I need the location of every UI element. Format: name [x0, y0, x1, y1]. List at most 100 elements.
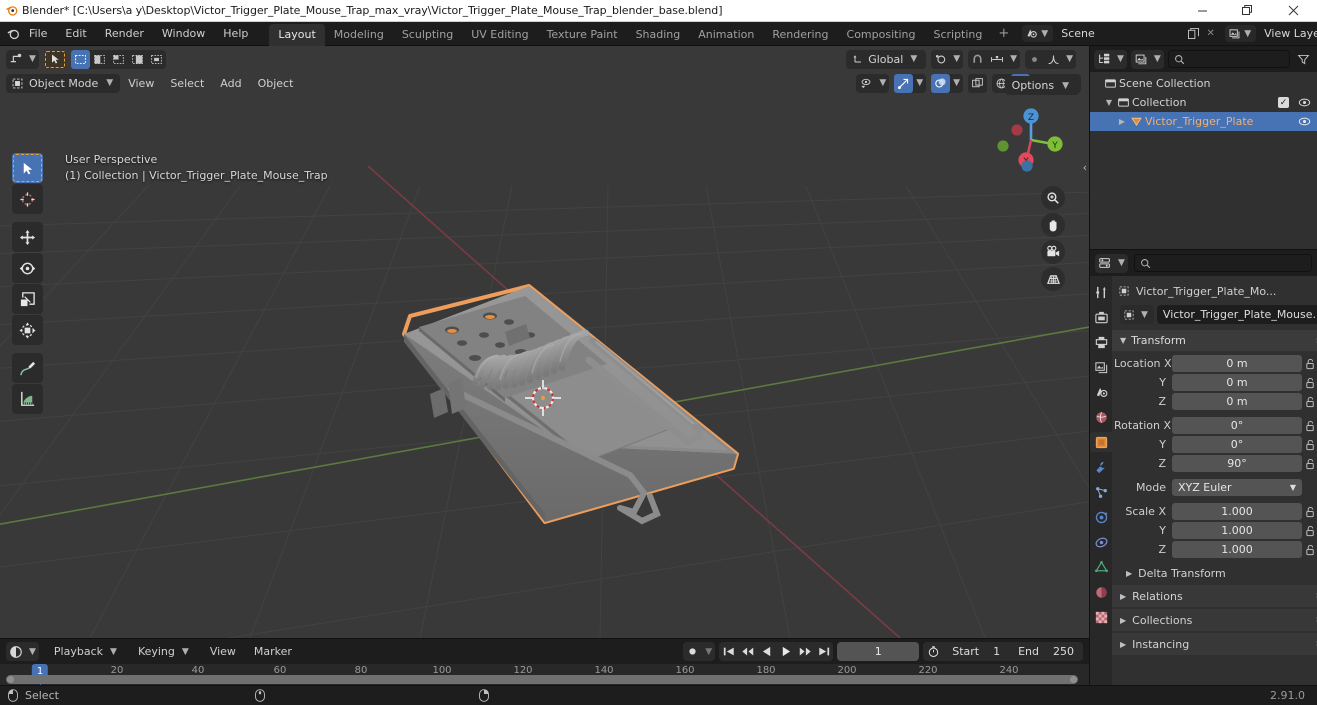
proportional-edit-icon[interactable]	[1025, 50, 1044, 69]
world-tab[interactable]	[1090, 407, 1112, 427]
timeline-scrollbar[interactable]	[6, 675, 1078, 684]
tab-rendering[interactable]: Rendering	[763, 24, 837, 46]
lock-icon[interactable]	[1302, 358, 1317, 370]
tab-compositing[interactable]: Compositing	[838, 24, 925, 46]
next-keyframe-button[interactable]	[795, 642, 814, 661]
material-tab[interactable]	[1090, 582, 1112, 602]
remove-scene-icon[interactable]: ✕	[1202, 25, 1219, 42]
new-scene-icon[interactable]	[1185, 25, 1202, 42]
modifier-tab[interactable]	[1090, 457, 1112, 477]
properties-search-input[interactable]	[1133, 254, 1312, 272]
lock-icon[interactable]	[1302, 396, 1317, 408]
select-subtract-icon[interactable]	[109, 50, 128, 69]
annotate-tool[interactable]	[12, 353, 43, 383]
object-browse-dropdown[interactable]: ▼	[1120, 305, 1154, 324]
jump-to-start-button[interactable]	[719, 642, 738, 661]
collection-checkbox[interactable]: ✓	[1278, 97, 1289, 108]
eye-icon[interactable]	[1298, 97, 1311, 108]
scale-tool[interactable]	[12, 284, 43, 314]
gizmo-dropdown[interactable]: ▼	[894, 73, 927, 93]
pivot-point-dropdown[interactable]: ▼	[931, 49, 964, 69]
visibility-dropdown[interactable]: ▼	[856, 73, 890, 93]
location-y-field[interactable]: 0 m	[1172, 374, 1303, 391]
data-tab[interactable]	[1090, 557, 1112, 577]
delta-transform-subpanel[interactable]: ▶ Delta Transform	[1112, 563, 1317, 583]
expander-collection[interactable]: ▼	[1103, 98, 1115, 107]
object-tab[interactable]	[1090, 432, 1112, 452]
location-x-field[interactable]: 0 m	[1172, 355, 1303, 372]
expander-object[interactable]: ▶	[1116, 117, 1128, 126]
record-icon[interactable]	[683, 642, 702, 661]
3d-viewport[interactable]: ▼ Global ▼ ▼ ▼ ▼ Object Mode ▼ View Sele…	[0, 46, 1089, 638]
editor-type-selector[interactable]: ▼	[6, 49, 39, 69]
viewlayer-browse-dropdown[interactable]: ▼	[1225, 25, 1257, 42]
tab-uv-editing[interactable]: UV Editing	[462, 24, 537, 46]
tab-scripting[interactable]: Scripting	[924, 24, 991, 46]
rotation-x-field[interactable]: 0°	[1172, 417, 1303, 434]
tab-texture-paint[interactable]: Texture Paint	[538, 24, 627, 46]
render-tab[interactable]	[1090, 307, 1112, 327]
transform-tool[interactable]	[12, 315, 43, 345]
use-preview-range-icon[interactable]	[923, 645, 943, 658]
xray-toggle-icon[interactable]	[968, 73, 988, 93]
transform-panel-header[interactable]: ▼ Transform	[1112, 330, 1317, 351]
play-button[interactable]	[776, 642, 795, 661]
rotation-mode-dropdown[interactable]: XYZ Euler ▼	[1172, 479, 1303, 496]
show-overlays-icon[interactable]	[931, 73, 951, 93]
maximize-restore-icon[interactable]	[1225, 0, 1270, 22]
jump-to-end-button[interactable]	[814, 642, 833, 661]
auto-keying-group[interactable]: ▼	[683, 642, 716, 661]
snapping-group[interactable]: ▼	[968, 49, 1021, 69]
menu-help[interactable]: Help	[214, 24, 257, 43]
scene-browse-dropdown[interactable]: ▼	[1022, 25, 1054, 42]
timeline-menu-view[interactable]: View	[203, 643, 243, 660]
add-workspace-button[interactable]: +	[991, 26, 1016, 41]
close-button[interactable]	[1270, 0, 1317, 22]
output-tab[interactable]	[1090, 332, 1112, 352]
rotation-z-field[interactable]: 90°	[1172, 455, 1303, 472]
snap-increment-icon[interactable]	[987, 50, 1007, 69]
select-intersect-icon[interactable]	[147, 50, 166, 69]
timeline-icon[interactable]	[6, 642, 26, 661]
view-layer-display-icon[interactable]	[1131, 50, 1151, 69]
view-layer-name-field[interactable]: View Layer	[1258, 25, 1317, 42]
viewport-menu-view[interactable]: View	[120, 75, 162, 92]
select-box-icon[interactable]	[70, 49, 90, 69]
tab-modeling[interactable]: Modeling	[325, 24, 393, 46]
lock-icon[interactable]	[1302, 506, 1317, 518]
view-layer-tab[interactable]	[1090, 357, 1112, 377]
timeline-menu-marker[interactable]: Marker	[247, 643, 299, 660]
pivot-icon[interactable]	[931, 50, 950, 69]
timeline-editor-type[interactable]: ▼	[6, 642, 39, 661]
outliner-icon[interactable]	[1094, 50, 1114, 69]
scene-tab[interactable]	[1090, 382, 1112, 402]
transform-orientation-dropdown[interactable]: Global ▼	[846, 49, 927, 69]
options-dropdown[interactable]: Options ▼	[1004, 76, 1079, 95]
scene-name-field[interactable]: Scene	[1055, 25, 1186, 42]
blender-menu-icon[interactable]	[6, 24, 20, 44]
properties-editor-type[interactable]: ▼	[1095, 253, 1128, 273]
rotate-tool[interactable]	[12, 253, 43, 283]
menu-window[interactable]: Window	[153, 24, 214, 43]
object-mode-dropdown[interactable]: Object Mode ▼	[6, 73, 121, 93]
minimize-button[interactable]	[1180, 0, 1225, 22]
current-frame-field[interactable]: 1	[837, 642, 920, 661]
object-name-field[interactable]: Victor_Trigger_Plate_Mouse...	[1156, 305, 1317, 324]
proportional-editing-group[interactable]: ▼	[1025, 49, 1076, 69]
tab-layout[interactable]: Layout	[269, 23, 325, 46]
constraints-tab[interactable]	[1090, 532, 1112, 552]
particles-tab[interactable]	[1090, 482, 1112, 502]
eye-icon[interactable]	[1298, 116, 1311, 127]
outliner-search-input[interactable]	[1167, 50, 1290, 68]
navigation-gizmo[interactable]: Z Y X	[993, 102, 1069, 178]
lock-icon[interactable]	[1302, 525, 1317, 537]
cursor-tool[interactable]	[12, 184, 43, 214]
pan-hand-icon[interactable]	[1041, 213, 1065, 237]
select-mode-group[interactable]	[70, 49, 166, 69]
editor-type-icon[interactable]	[6, 50, 26, 69]
rotation-y-field[interactable]: 0°	[1172, 436, 1303, 453]
active-tool-button[interactable]	[43, 49, 66, 69]
outliner-filter-icon[interactable]	[1294, 50, 1313, 69]
menu-file[interactable]: File	[20, 24, 56, 43]
viewport-menu-add[interactable]: Add	[212, 75, 249, 92]
